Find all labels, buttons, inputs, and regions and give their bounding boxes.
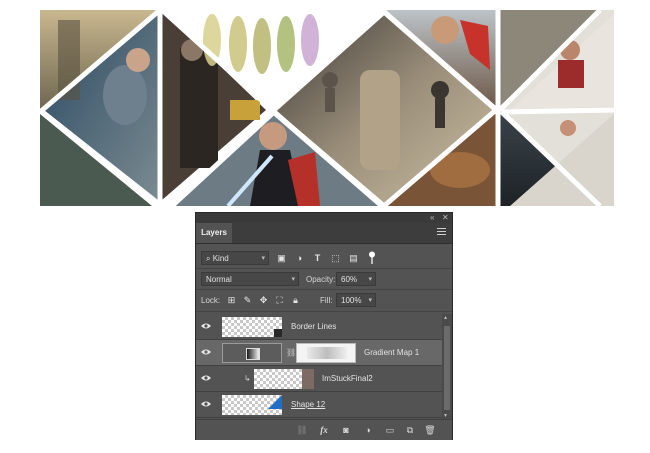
search-icon: ⌕ xyxy=(206,254,211,263)
filter-row: ⌕ Kind ▾ ▣ ◑ T ⬚ ▤ xyxy=(196,250,452,266)
panel-bottom-bar: ⛓︎ fx ◙ ◑ ▭ ⧉ 🗑︎ xyxy=(196,419,452,440)
shape-triangle-icon xyxy=(268,395,282,409)
filter-toggle-icon[interactable] xyxy=(366,251,377,264)
collapse-panel-button[interactable]: « xyxy=(430,213,434,223)
filter-kind-label: Kind xyxy=(212,254,229,263)
filter-adjustment-icon[interactable]: ◑ xyxy=(294,253,305,264)
lock-transparent-icon[interactable]: ⊞ xyxy=(226,295,237,306)
lock-move-icon[interactable]: ✥ xyxy=(258,295,269,306)
tab-layers[interactable]: Layers xyxy=(196,223,232,243)
blend-mode-value: Normal xyxy=(206,275,232,284)
panel-tab-row: Layers xyxy=(196,223,452,244)
eye-icon[interactable] xyxy=(201,400,211,408)
filter-shape-icon[interactable]: ⬚ xyxy=(330,253,341,264)
layers-panel: « ✕ Layers ⌕ Kind ▾ ▣ ◑ T ⬚ ▤ Normal ▾ O… xyxy=(195,212,453,440)
layers-scrollbar[interactable]: ▴ ▾ xyxy=(442,314,452,419)
opacity-value: 60% xyxy=(341,275,358,284)
filter-pixel-icon[interactable]: ▣ xyxy=(276,253,287,264)
mask-content xyxy=(307,347,347,359)
layer-name: Border Lines xyxy=(291,322,337,331)
layer-thumbnail xyxy=(254,369,314,389)
adjustment-layer-icon[interactable]: ◑ xyxy=(362,424,374,436)
gradient-map-icon xyxy=(246,348,260,360)
filter-smart-object-icon[interactable]: ▤ xyxy=(348,253,359,264)
layer-row-gradient-map[interactable]: ⛓︎ Gradient Map 1 xyxy=(196,340,442,366)
eye-icon[interactable] xyxy=(201,374,211,382)
link-icon[interactable]: ⛓︎ xyxy=(286,348,296,357)
layers-list: Border Lines ⛓︎ Gradient Map 1 ↳ ImStuck… xyxy=(196,314,442,419)
adjustment-thumbnail xyxy=(222,343,282,363)
layer-name: ImStuckFinal2 xyxy=(322,374,373,383)
chevron-down-icon: ▾ xyxy=(261,255,265,262)
layer-name: Gradient Map 1 xyxy=(364,348,420,357)
new-group-folder-icon[interactable]: ▭ xyxy=(384,424,396,436)
chevron-down-icon: ▾ xyxy=(368,276,372,283)
layer-row-border-lines[interactable]: Border Lines xyxy=(196,314,442,340)
smart-object-badge-icon xyxy=(274,329,282,337)
layer-row-shape-12[interactable]: Shape 12 xyxy=(196,392,442,418)
panel-menu-icon[interactable] xyxy=(437,228,446,237)
add-mask-icon[interactable]: ◙ xyxy=(340,424,352,436)
chevron-down-icon: ▾ xyxy=(291,276,295,283)
blend-mode-dropdown[interactable]: Normal ▾ xyxy=(201,272,299,286)
opacity-field[interactable]: 60% ▾ xyxy=(336,272,376,286)
lock-artboard-icon[interactable]: ⛶ xyxy=(274,295,285,306)
eye-icon[interactable] xyxy=(201,322,211,330)
fill-field[interactable]: 100% ▾ xyxy=(336,293,376,307)
close-panel-button[interactable]: ✕ xyxy=(442,213,449,223)
blend-row: Normal ▾ Opacity: 60% ▾ xyxy=(196,271,452,287)
layer-name: Shape 12 xyxy=(291,400,326,409)
collage-preview xyxy=(40,10,614,206)
fill-value: 100% xyxy=(341,296,362,305)
trash-icon[interactable]: 🗑︎ xyxy=(424,424,436,436)
new-layer-icon[interactable]: ⧉ xyxy=(404,424,416,436)
layer-thumbnail xyxy=(222,395,282,415)
divider xyxy=(196,289,452,290)
panel-title-bar: « ✕ xyxy=(196,213,452,223)
divider xyxy=(196,311,452,312)
clipping-mask-icon: ↳ xyxy=(244,374,251,383)
scroll-up-icon[interactable]: ▴ xyxy=(444,314,447,321)
layer-thumbnail xyxy=(222,317,282,337)
thumbnail-photo xyxy=(302,369,314,389)
lock-all-icon[interactable]: 🔒︎ xyxy=(290,295,301,306)
collage-image xyxy=(40,10,614,206)
fill-label: Fill: xyxy=(320,296,333,305)
filter-kind-dropdown[interactable]: ⌕ Kind ▾ xyxy=(201,251,269,265)
divider xyxy=(196,268,452,269)
filter-type-icon[interactable]: T xyxy=(312,253,323,264)
lock-brush-icon[interactable]: ✎ xyxy=(242,295,253,306)
fx-icon[interactable]: fx xyxy=(318,424,330,436)
layer-mask-thumbnail xyxy=(296,343,356,363)
lock-label: Lock: xyxy=(201,296,221,305)
filter-toggle-switch-icon xyxy=(368,251,375,264)
chevron-down-icon: ▾ xyxy=(368,297,372,304)
eye-icon[interactable] xyxy=(201,348,211,356)
scrollbar-thumb[interactable] xyxy=(444,326,450,410)
lock-row: Lock: ⊞ ✎ ✥ ⛶ 🔒︎ Fill: 100% ▾ xyxy=(196,292,452,308)
layer-row-imstuckfinal2[interactable]: ↳ ImStuckFinal2 xyxy=(196,366,442,392)
opacity-label: Opacity: xyxy=(306,275,336,284)
scroll-down-icon[interactable]: ▾ xyxy=(444,412,447,419)
link-layers-icon[interactable]: ⛓︎ xyxy=(296,424,308,436)
